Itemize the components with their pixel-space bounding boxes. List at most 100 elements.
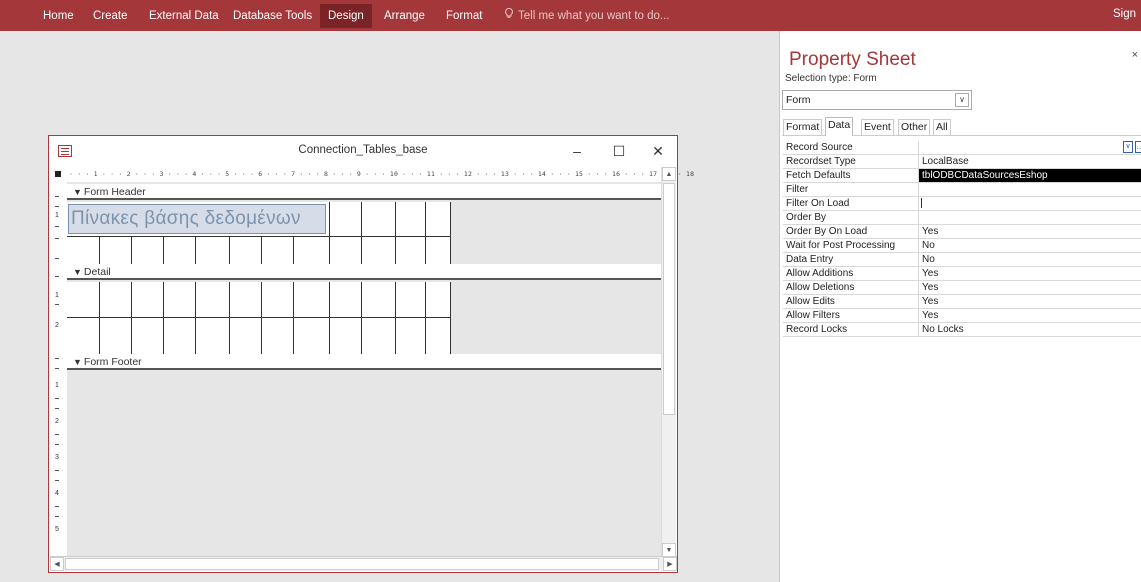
section-arrow-icon: ▼ [73,267,82,277]
property-value[interactable]: Yes [918,281,1141,294]
ribbon-tab-format[interactable]: Format [446,8,482,24]
form-design-window: Connection_Tables_base ‒ ☐ ✕ · · · 1 · ·… [48,135,694,573]
vruler-num: 3 [55,454,59,461]
property-name: Recordset Type [786,156,856,167]
chevron-down-icon[interactable]: ∨ [1123,141,1133,153]
property-name: Order By On Load [786,226,868,237]
vruler-num: 4 [55,490,59,497]
vruler-num: 2 [55,322,59,329]
scroll-right-icon[interactable]: ▶ [663,557,677,571]
property-value[interactable] [918,211,1141,224]
property-row[interactable]: Filter On Load [783,197,1141,211]
horizontal-ruler-marks: · · · 1 · · · 2 · · · 3 · · · 4 · · · 5 … [69,170,695,178]
property-row[interactable]: Recordset Type LocalBase [783,155,1141,169]
minimize-button[interactable]: ‒ [568,142,586,160]
ribbon-tab-external-data[interactable]: External Data [149,8,219,24]
section-bar-detail[interactable]: ▼ Detail [67,264,661,280]
tab-format[interactable]: Format [783,119,823,135]
property-name: Allow Deletions [786,282,855,293]
section-bar-form-header[interactable]: ▼ Form Header [67,184,661,200]
header-title-label[interactable]: Πίνακες βάσης δεδομένων [68,204,326,234]
property-row[interactable]: Fetch Defaults tblODBCDataSourcesEshop [783,169,1141,183]
design-surface[interactable]: ▼ Form Header Πίνακες βάσης δεδομένων ▼ De… [67,182,661,557]
property-value[interactable]: No Locks [918,323,1141,336]
property-value[interactable]: Yes [918,295,1141,308]
property-value[interactable]: Yes [918,267,1141,280]
ribbon-tab-design[interactable]: Design [320,4,372,28]
property-name: Allow Filters [786,310,840,321]
property-value[interactable]: Yes [918,225,1141,238]
property-value[interactable]: No [918,239,1141,252]
property-row[interactable]: Data Entry No [783,253,1141,267]
tell-me-box[interactable]: Tell me what you want to do... [505,7,670,24]
maximize-button[interactable]: ☐ [610,142,628,160]
property-row[interactable]: Allow Additions Yes [783,267,1141,281]
property-name: Wait for Post Processing [786,240,896,251]
property-row[interactable]: Allow Filters Yes [783,309,1141,323]
vruler-num: 5 [55,526,59,533]
property-sheet: × Property Sheet Selection type: Form Fo… [779,31,1141,582]
property-name: Allow Additions [786,268,854,279]
horizontal-scrollbar[interactable]: ◀ ▶ [50,556,677,571]
ribbon-tab-home[interactable]: Home [43,8,74,24]
form-header-grid[interactable]: Πίνακες βάσης δεδομένων [67,202,451,264]
property-row[interactable]: Wait for Post Processing No [783,239,1141,253]
property-name: Allow Edits [786,296,835,307]
property-row[interactable]: Allow Deletions Yes [783,281,1141,295]
horizontal-ruler: · · · 1 · · · 2 · · · 3 · · · 4 · · · 5 … [51,169,694,179]
property-sheet-title: Property Sheet [789,49,916,70]
tab-data[interactable]: Data [825,117,854,136]
builder-ellipsis-icon[interactable]: … [1135,141,1141,153]
ribbon-tab-create[interactable]: Create [93,8,128,24]
property-value[interactable]: tblODBCDataSourcesEshop [918,169,1141,182]
property-row[interactable]: Record Locks No Locks [783,323,1141,337]
selection-type: Selection type: Form [785,73,877,84]
property-name: Filter On Load [786,198,850,209]
object-selector-value: Form [786,94,811,106]
close-button[interactable]: ✕ [649,142,667,160]
section-bar-form-footer[interactable]: ▼ Form Footer [67,354,661,370]
property-row[interactable]: Order By On Load Yes [783,225,1141,239]
object-selector-dropdown[interactable]: Form ∨ [782,90,972,110]
tab-other[interactable]: Other [898,119,931,135]
tab-event[interactable]: Event [861,119,894,135]
tab-all[interactable]: All [933,119,951,135]
vruler-num: 1 [55,212,59,219]
vruler-num: 2 [55,418,59,425]
property-name: Data Entry [786,254,834,265]
horizontal-scroll-thumb[interactable] [65,558,659,570]
property-value[interactable]: LocalBase [918,155,1141,168]
property-row[interactable]: Allow Edits Yes [783,295,1141,309]
property-value[interactable] [918,183,1141,196]
property-name: Record Locks [786,324,848,335]
form-selector[interactable] [55,171,61,177]
chevron-down-icon[interactable]: ∨ [955,93,969,107]
ribbon-bar: Home Create External Data Database Tools… [0,0,1141,31]
property-row[interactable]: Filter [783,183,1141,197]
property-grid: Record Source ∨ … Recordset Type LocalBa… [783,141,1141,341]
property-row[interactable]: Order By [783,211,1141,225]
vertical-ruler: 1 1 2 1 2 3 4 5 [51,182,65,557]
lightbulb-icon [505,7,513,24]
scroll-up-icon[interactable]: ▲ [662,167,676,181]
ribbon-tab-database-tools[interactable]: Database Tools [233,8,312,24]
vertical-scrollbar[interactable]: ▲ ▼ [661,167,676,557]
property-value[interactable]: Yes [918,309,1141,322]
tell-me-text: Tell me what you want to do... [518,10,670,22]
sign-in-link[interactable]: Sign [1113,8,1136,20]
detail-grid[interactable] [67,282,451,354]
property-name: Filter [786,184,809,195]
vruler-num: 1 [55,382,59,389]
form-titlebar: Connection_Tables_base ‒ ☐ ✕ [49,136,677,166]
property-value[interactable] [918,197,1141,210]
scroll-left-icon[interactable]: ◀ [50,557,64,571]
property-value[interactable]: No [918,253,1141,266]
property-name: Fetch Defaults [786,170,851,181]
property-row[interactable]: Record Source ∨ … [783,141,1141,155]
vruler-num: 1 [55,292,59,299]
vertical-scroll-thumb[interactable] [663,183,675,415]
scroll-down-icon[interactable]: ▼ [662,543,676,557]
close-icon[interactable]: × [1132,49,1138,61]
property-value[interactable]: ∨ … [918,141,1141,154]
ribbon-tab-arrange[interactable]: Arrange [384,8,425,24]
